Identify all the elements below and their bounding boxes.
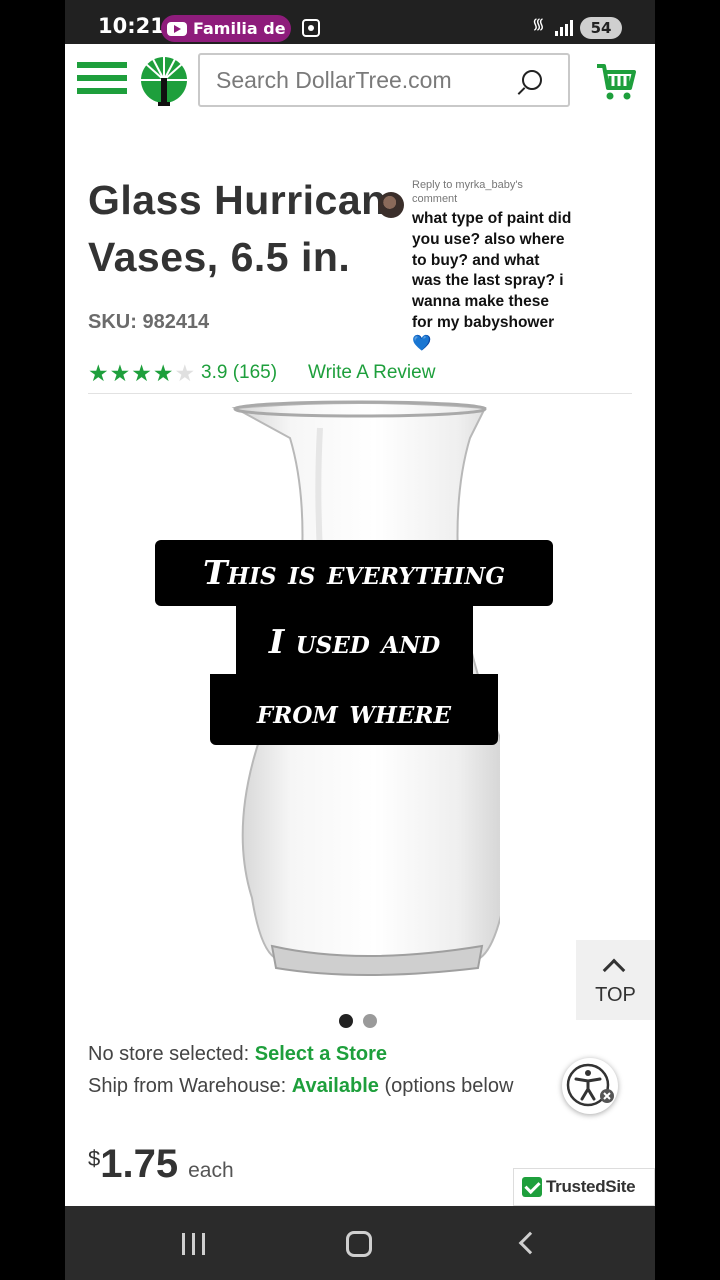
back-button[interactable] — [518, 1231, 542, 1255]
status-time: 10:21 — [98, 14, 165, 38]
product-title: Glass Hurrican Vases, 6.5 in. — [88, 177, 387, 280]
image-carousel-dots — [339, 1014, 387, 1028]
home-button[interactable] — [346, 1231, 372, 1257]
cart-icon[interactable] — [595, 62, 637, 102]
dollar-tree-logo[interactable] — [138, 56, 190, 108]
accessibility-icon[interactable] — [562, 1058, 618, 1114]
caption-line-2: I used and — [236, 604, 473, 676]
avatar — [378, 192, 404, 218]
divider — [88, 393, 632, 394]
select-store-link[interactable]: Select a Store — [255, 1043, 387, 1065]
caption-line-3: from where — [210, 674, 498, 745]
notification-pill[interactable]: Familia de — [161, 15, 291, 42]
search-input[interactable] — [216, 65, 506, 95]
top-label: TOP — [595, 984, 636, 1006]
ship-note: (options below — [384, 1075, 514, 1097]
product-sku: SKU: 982414 — [88, 311, 210, 333]
price: $1.75 each — [88, 1142, 234, 1187]
android-nav-bar — [65, 1206, 655, 1280]
site-header — [65, 44, 655, 120]
rating-stars: ★ ★ ★ ★ ★ — [88, 360, 196, 386]
price-currency: $ — [88, 1146, 101, 1171]
carousel-dot[interactable] — [363, 1014, 377, 1028]
search-icon[interactable] — [522, 70, 542, 90]
chevron-up-icon — [602, 958, 626, 982]
comment-text: what type of paint did you use? also whe… — [412, 210, 572, 352]
rating-summary-link[interactable]: 3.9 (165) — [201, 362, 277, 384]
trusted-site-label: TrustedSite — [546, 1177, 636, 1196]
menu-icon[interactable] — [77, 62, 127, 98]
carousel-dot[interactable] — [339, 1014, 353, 1028]
trusted-site-badge[interactable]: TrustedSite — [513, 1168, 655, 1206]
check-icon — [522, 1177, 542, 1197]
notification-text: Familia de — [193, 19, 286, 38]
battery-indicator: 54 — [580, 17, 622, 39]
search-bar[interactable] — [198, 53, 570, 107]
signal-icon — [555, 20, 573, 36]
store-label: No store selected: — [88, 1043, 250, 1065]
price-amount: 1.75 — [100, 1142, 179, 1186]
caption-line-1: This is everything — [155, 540, 553, 606]
status-bar: 10:21 Familia de ᯾ 54 — [65, 0, 655, 44]
youtube-icon — [167, 21, 187, 36]
store-selection: No store selected: Select a Store — [88, 1043, 387, 1066]
wifi-icon: ᯾ — [532, 16, 545, 33]
back-to-top-button[interactable]: TOP — [576, 940, 655, 1020]
ship-label: Ship from Warehouse: — [88, 1075, 287, 1097]
recent-apps-button[interactable] — [182, 1233, 206, 1255]
ship-status: Available — [291, 1075, 379, 1097]
screenshot-icon — [302, 19, 320, 37]
price-unit: each — [188, 1159, 234, 1182]
ship-availability: Ship from Warehouse: Available (options … — [88, 1075, 513, 1098]
phone-screen: 10:21 Familia de ᯾ 54 Search DollarTree.… — [65, 0, 655, 1280]
reply-to-label: Reply to myrka_baby's comment — [412, 179, 523, 205]
write-review-link[interactable]: Write A Review — [308, 362, 435, 384]
